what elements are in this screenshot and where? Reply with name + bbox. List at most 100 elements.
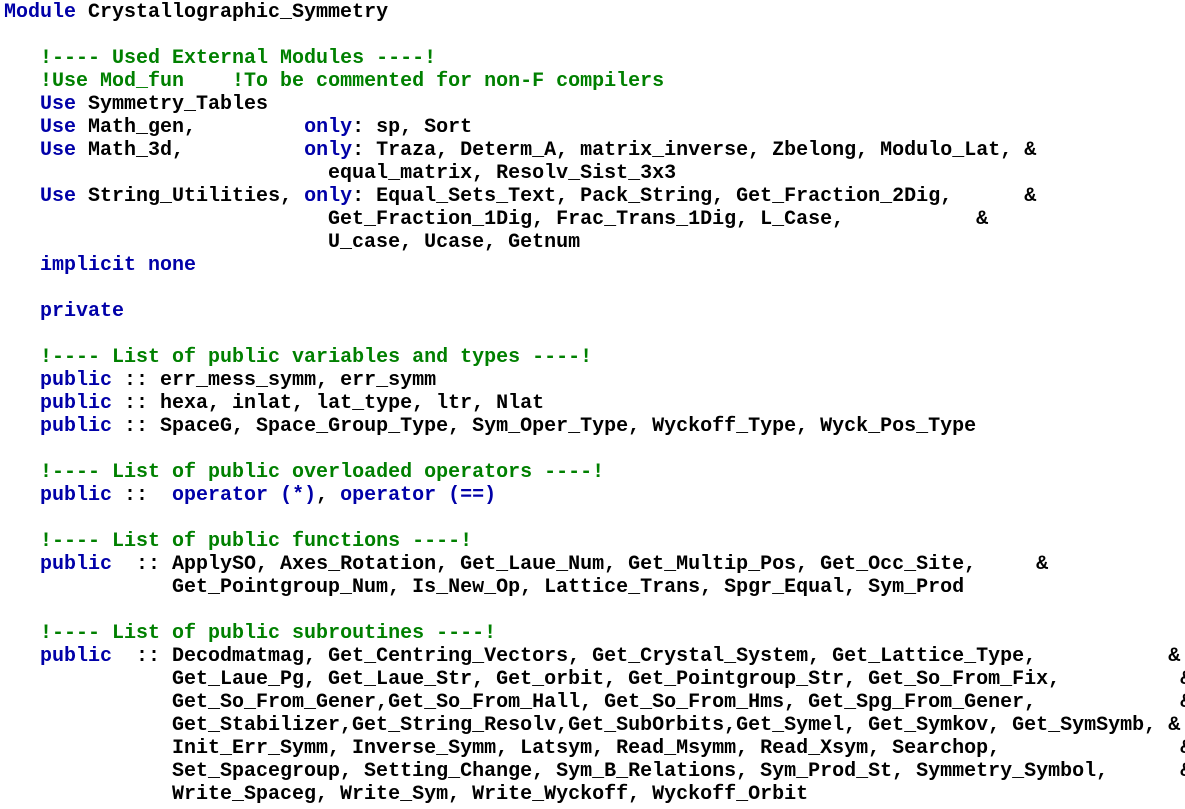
code-line: Write_Spaceg, Write_Sym, Write_Wyckoff, … bbox=[4, 783, 1185, 806]
comment-token: !Use Mod_fun !To be commented for non-F … bbox=[40, 70, 665, 93]
keyword-token: only bbox=[304, 185, 353, 208]
text-token: Set_Spacegroup, Setting_Change, Sym_B_Re… bbox=[4, 760, 1185, 783]
code-line: equal_matrix, Resolv_Sist_3x3 bbox=[4, 162, 1185, 185]
code-listing: Module Crystallographic_Symmetry !---- U… bbox=[4, 1, 1185, 806]
text-token: :: ApplySO, Axes_Rotation, Get_Laue_Num,… bbox=[112, 553, 1049, 576]
code-line: Get_Stabilizer,Get_String_Resolv,Get_Sub… bbox=[4, 714, 1185, 737]
keyword-token: Use bbox=[40, 116, 77, 139]
text-token: Math_3d, bbox=[76, 139, 305, 162]
text-token: Math_gen, bbox=[76, 116, 305, 139]
text-token: Get_Pointgroup_Num, Is_New_Op, Lattice_T… bbox=[4, 576, 965, 599]
text-token: String_Utilities, bbox=[76, 185, 305, 208]
code-line: !---- List of public functions ----! bbox=[4, 530, 1185, 553]
text-token: Symmetry_Tables bbox=[76, 93, 269, 116]
code-line: public :: hexa, inlat, lat_type, ltr, Nl… bbox=[4, 392, 1185, 415]
keyword-token: operator (*) bbox=[172, 484, 317, 507]
text-token: :: bbox=[112, 484, 173, 507]
keyword-token: Use bbox=[40, 93, 77, 116]
code-line: Init_Err_Symm, Inverse_Symm, Latsym, Rea… bbox=[4, 737, 1185, 760]
keyword-token: public bbox=[40, 415, 113, 438]
text-token: Get_Fraction_1Dig, Frac_Trans_1Dig, L_Ca… bbox=[4, 208, 989, 231]
code-line: Get_Fraction_1Dig, Frac_Trans_1Dig, L_Ca… bbox=[4, 208, 1185, 231]
keyword-token: Use bbox=[40, 185, 77, 208]
keyword-token: implicit none bbox=[40, 254, 197, 277]
code-line: U_case, Ucase, Getnum bbox=[4, 231, 1185, 254]
code-line: public :: SpaceG, Space_Group_Type, Sym_… bbox=[4, 415, 1185, 438]
code-line: Use String_Utilities, only: Equal_Sets_T… bbox=[4, 185, 1185, 208]
text-token: : sp, Sort bbox=[352, 116, 473, 139]
text-token: equal_matrix, Resolv_Sist_3x3 bbox=[4, 162, 677, 185]
keyword-token: public bbox=[40, 392, 113, 415]
keyword-token: public bbox=[40, 553, 113, 576]
code-line: Use Symmetry_Tables bbox=[4, 93, 1185, 116]
code-line: private bbox=[4, 300, 1185, 323]
text-token: :: err_mess_symm, err_symm bbox=[112, 369, 437, 392]
text-token: :: hexa, inlat, lat_type, ltr, Nlat bbox=[112, 392, 545, 415]
text-token: Crystallographic_Symmetry bbox=[76, 1, 389, 24]
keyword-token: public bbox=[40, 645, 113, 668]
text-token: Get_Laue_Pg, Get_Laue_Str, Get_orbit, Ge… bbox=[4, 668, 1185, 691]
keyword-token: operator (==) bbox=[340, 484, 497, 507]
text-token: Get_Stabilizer,Get_String_Resolv,Get_Sub… bbox=[4, 714, 1181, 737]
keyword-token: public bbox=[40, 484, 113, 507]
text-token: :: Decodmatmag, Get_Centring_Vectors, Ge… bbox=[112, 645, 1181, 668]
code-line: Set_Spacegroup, Setting_Change, Sym_B_Re… bbox=[4, 760, 1185, 783]
keyword-token: Module bbox=[4, 1, 77, 24]
code-line: implicit none bbox=[4, 254, 1185, 277]
text-token: :: SpaceG, Space_Group_Type, Sym_Oper_Ty… bbox=[112, 415, 977, 438]
keyword-token: only bbox=[304, 116, 353, 139]
keyword-token: private bbox=[40, 300, 125, 323]
comment-token: !---- List of public subroutines ----! bbox=[40, 622, 497, 645]
code-line: public :: Decodmatmag, Get_Centring_Vect… bbox=[4, 645, 1185, 668]
comment-token: !---- Used External Modules ----! bbox=[40, 47, 437, 70]
code-line: Get_So_From_Gener,Get_So_From_Hall, Get_… bbox=[4, 691, 1185, 714]
comment-token: !---- List of public overloaded operator… bbox=[40, 461, 605, 484]
code-line: public :: ApplySO, Axes_Rotation, Get_La… bbox=[4, 553, 1185, 576]
keyword-token: Use bbox=[40, 139, 77, 162]
text-token: Get_So_From_Gener,Get_So_From_Hall, Get_… bbox=[4, 691, 1185, 714]
text-token: U_case, Ucase, Getnum bbox=[4, 231, 581, 254]
code-line: !---- List of public variables and types… bbox=[4, 346, 1185, 369]
code-line: !---- Used External Modules ----! bbox=[4, 47, 1185, 70]
comment-token: !---- List of public variables and types… bbox=[40, 346, 593, 369]
keyword-token: only bbox=[304, 139, 353, 162]
code-line: Use Math_3d, only: Traza, Determ_A, matr… bbox=[4, 139, 1185, 162]
text-token: : Equal_Sets_Text, Pack_String, Get_Frac… bbox=[352, 185, 1037, 208]
keyword-token: public bbox=[40, 369, 113, 392]
code-line: !---- List of public overloaded operator… bbox=[4, 461, 1185, 484]
code-line: Use Math_gen, only: sp, Sort bbox=[4, 116, 1185, 139]
code-line: Get_Laue_Pg, Get_Laue_Str, Get_orbit, Ge… bbox=[4, 668, 1185, 691]
code-line: Get_Pointgroup_Num, Is_New_Op, Lattice_T… bbox=[4, 576, 1185, 599]
comment-token: !---- List of public functions ----! bbox=[40, 530, 473, 553]
code-line: !Use Mod_fun !To be commented for non-F … bbox=[4, 70, 1185, 93]
text-token: Init_Err_Symm, Inverse_Symm, Latsym, Rea… bbox=[4, 737, 1185, 760]
text-token: Write_Spaceg, Write_Sym, Write_Wyckoff, … bbox=[4, 783, 809, 806]
code-line: public :: err_mess_symm, err_symm bbox=[4, 369, 1185, 392]
code-line: !---- List of public subroutines ----! bbox=[4, 622, 1185, 645]
code-line: public :: operator (*), operator (==) bbox=[4, 484, 1185, 507]
